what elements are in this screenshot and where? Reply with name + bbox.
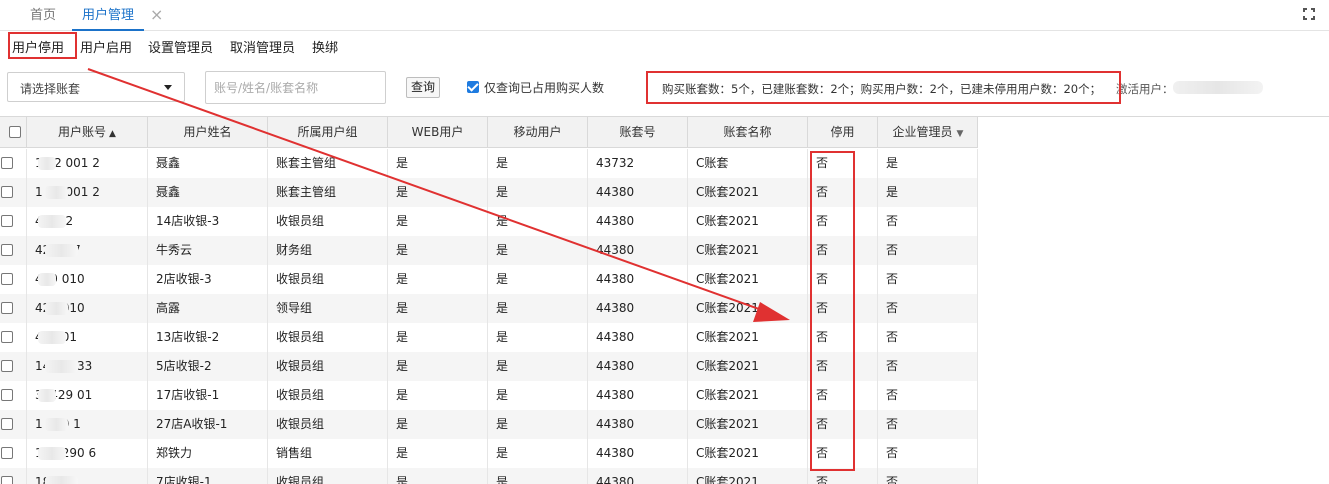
arrow-head	[753, 302, 790, 322]
arrow-line	[87, 68, 771, 314]
annotation-arrow	[87, 68, 790, 322]
